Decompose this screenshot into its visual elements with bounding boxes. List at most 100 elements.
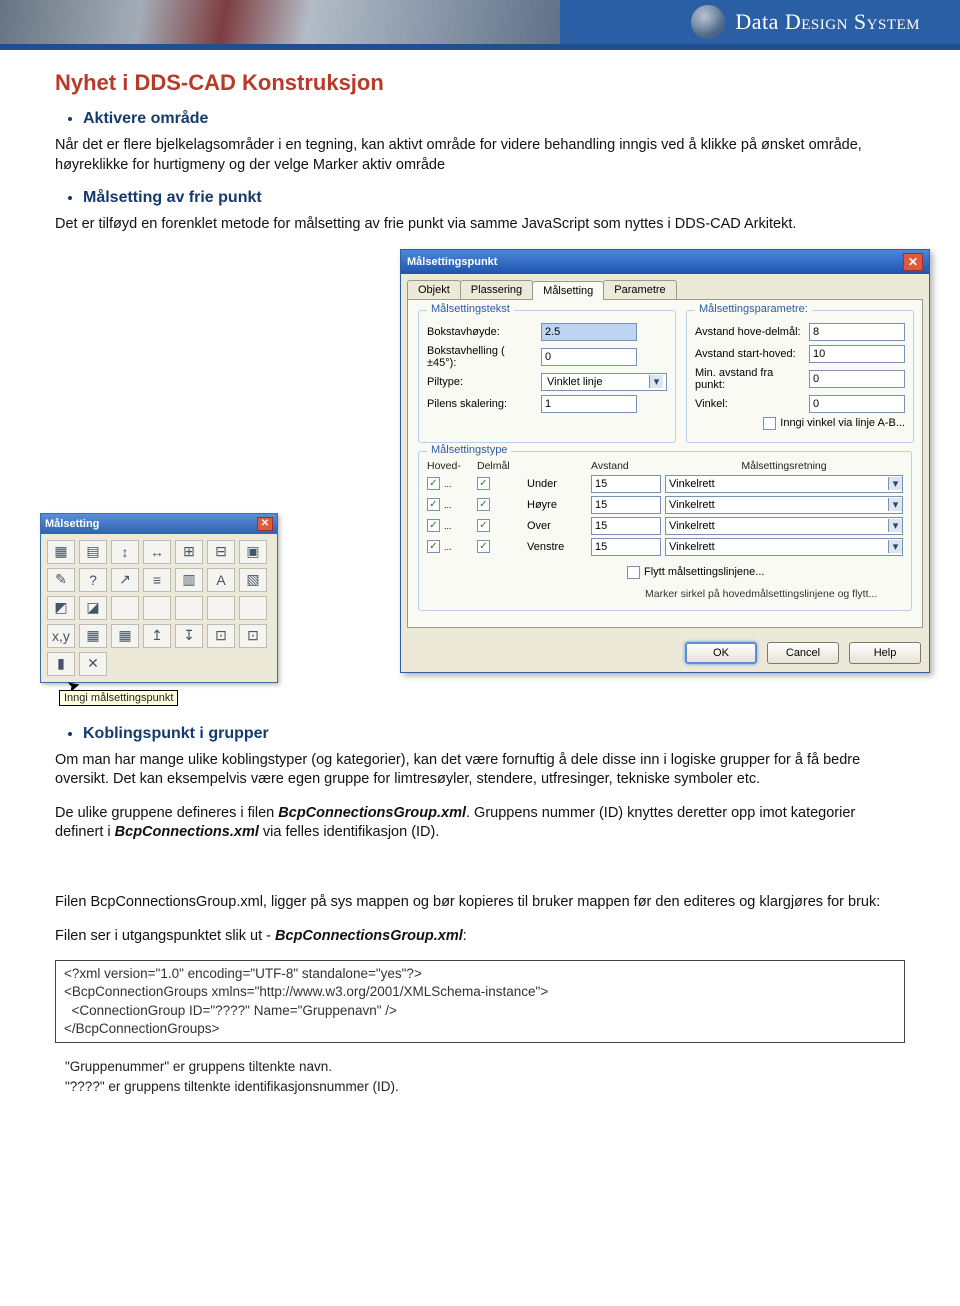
- checkbox-flytt[interactable]: Flytt målsettingslinjene...: [627, 566, 764, 579]
- input-avstand[interactable]: [591, 496, 661, 514]
- row-label: Over: [527, 520, 587, 532]
- col-dir: [527, 460, 587, 472]
- combo-retning[interactable]: Vinkelrett▾: [665, 538, 903, 556]
- palette-tool[interactable]: ≡: [143, 568, 171, 592]
- cancel-button[interactable]: Cancel: [767, 642, 839, 664]
- palette-tool[interactable]: ▣: [239, 540, 267, 564]
- checkbox-hoved[interactable]: ✓: [427, 519, 440, 532]
- para-kobling-2: De ulike gruppene defineres i filen BcpC…: [55, 804, 905, 843]
- combo-retning[interactable]: Vinkelrett▾: [665, 496, 903, 514]
- palette-tool-active[interactable]: ▮: [47, 652, 75, 676]
- input-vinkel[interactable]: [809, 395, 905, 413]
- xml-code-block: <?xml version="1.0" encoding="UTF-8" sta…: [55, 960, 905, 1043]
- palette-tool[interactable]: [207, 596, 235, 620]
- row-label: Venstre: [527, 541, 587, 553]
- palette-tool[interactable]: ▦: [111, 624, 139, 648]
- palette-tool[interactable]: ▧: [239, 568, 267, 592]
- type-row: ✓... ✓ Venstre Vinkelrett▾: [427, 538, 903, 556]
- group-malsettingstekst: Målsettingstekst Bokstavhøyde: Bokstavhe…: [418, 310, 676, 443]
- checkbox-del[interactable]: ✓: [477, 477, 490, 490]
- field-label: Vinkel:: [695, 398, 803, 410]
- dialog-tabs: Objekt Plassering Målsetting Parametre: [401, 274, 929, 299]
- palette-tooltip: Inngi målsettingspunkt: [59, 690, 178, 706]
- checkbox-hoved[interactable]: ✓: [427, 477, 440, 490]
- palette-tool[interactable]: ⊞: [175, 540, 203, 564]
- checkbox-hoved[interactable]: ✓: [427, 498, 440, 511]
- palette-tool[interactable]: ?: [79, 568, 107, 592]
- palette-tool[interactable]: [143, 596, 171, 620]
- input-avstand[interactable]: [591, 538, 661, 556]
- illustration-area: Målsetting ✕ ▦ ▤ ↕ ↔ ⊞ ⊟ ▣ ✎ ? ↗ ≡ ▥ A ▧…: [55, 249, 905, 709]
- bullet-aktivere: Aktivere område: [83, 110, 905, 128]
- chevron-down-icon: ▾: [888, 519, 902, 532]
- group-legend: Målsettingstekst: [427, 303, 514, 315]
- field-label: Min. avstand fra punkt:: [695, 367, 803, 391]
- palette-tool[interactable]: [111, 596, 139, 620]
- input-avstand-hoved[interactable]: [809, 323, 905, 341]
- palette-tool[interactable]: ✕: [79, 652, 107, 676]
- tab-plassering[interactable]: Plassering: [460, 280, 533, 299]
- para-malsetting: Det er tilføyd en forenklet metode for m…: [55, 215, 905, 235]
- palette-tool[interactable]: ⊡: [207, 624, 235, 648]
- palette-tool[interactable]: A: [207, 568, 235, 592]
- palette-tool[interactable]: ✎: [47, 568, 75, 592]
- combo-retning[interactable]: Vinkelrett▾: [665, 475, 903, 493]
- palette-close-button[interactable]: ✕: [257, 517, 273, 531]
- palette-tool[interactable]: ↧: [175, 624, 203, 648]
- para-kobling-1: Om man har mange ulike koblingstyper (og…: [55, 751, 905, 790]
- palette-tool[interactable]: ↔: [143, 540, 171, 564]
- combo-retning[interactable]: Vinkelrett▾: [665, 517, 903, 535]
- input-bokstavhoyde[interactable]: [541, 323, 637, 341]
- input-pilskalering[interactable]: [541, 395, 637, 413]
- palette-tool[interactable]: ◪: [79, 596, 107, 620]
- palette-titlebar[interactable]: Målsetting ✕: [41, 514, 277, 534]
- palette-tool[interactable]: ⊡: [239, 624, 267, 648]
- field-label: Avstand hove-delmål:: [695, 326, 803, 338]
- footnote-2: "????" er gruppens tiltenkte identifikas…: [65, 1077, 905, 1097]
- tab-parametre[interactable]: Parametre: [603, 280, 676, 299]
- palette-tool[interactable]: ▥: [175, 568, 203, 592]
- palette-tool[interactable]: ▦: [79, 624, 107, 648]
- checkbox-del[interactable]: ✓: [477, 519, 490, 532]
- help-button[interactable]: Help: [849, 642, 921, 664]
- ok-button[interactable]: OK: [685, 642, 757, 664]
- checkbox-inngi-vinkel[interactable]: Inngi vinkel via linje A-B...: [763, 417, 905, 430]
- input-min-avstand[interactable]: [809, 370, 905, 388]
- palette-tool[interactable]: ⊟: [207, 540, 235, 564]
- page-title: Nyhet i DDS-CAD Konstruksjon: [55, 70, 905, 96]
- brand-logo: Data Design System: [691, 5, 920, 39]
- input-avstand[interactable]: [591, 475, 661, 493]
- checkbox-label: Flytt målsettingslinjene...: [644, 566, 764, 578]
- palette-tool[interactable]: ↗: [111, 568, 139, 592]
- col-avstand: Avstand: [591, 460, 661, 472]
- input-avstand-start[interactable]: [809, 345, 905, 363]
- tab-malsetting[interactable]: Målsetting: [532, 281, 604, 300]
- header-photo: [0, 0, 560, 44]
- dialog-close-button[interactable]: ✕: [903, 253, 923, 271]
- group-legend: Målsettingstype: [427, 444, 511, 456]
- type-row: ✓... ✓ Under Vinkelrett▾: [427, 475, 903, 493]
- input-avstand[interactable]: [591, 517, 661, 535]
- palette-tool[interactable]: ↥: [143, 624, 171, 648]
- footnote-1: "Gruppenummer" er gruppens tiltenkte nav…: [65, 1057, 905, 1077]
- palette-tool[interactable]: [239, 596, 267, 620]
- palette-tool[interactable]: ◩: [47, 596, 75, 620]
- palette-tool[interactable]: [175, 596, 203, 620]
- move-hint: Marker sirkel på hovedmålsettingslinjene…: [645, 588, 903, 600]
- checkbox-del[interactable]: ✓: [477, 540, 490, 553]
- palette-tool[interactable]: x,y: [47, 624, 75, 648]
- checkbox-icon: [763, 417, 776, 430]
- palette-tool[interactable]: ▤: [79, 540, 107, 564]
- dialog-titlebar[interactable]: Målsettingspunkt ✕: [401, 250, 929, 274]
- tab-objekt[interactable]: Objekt: [407, 280, 461, 299]
- palette-title: Målsetting: [45, 518, 99, 530]
- combo-piltype[interactable]: Vinklet linje ▾: [541, 373, 667, 391]
- checkbox-del[interactable]: ✓: [477, 498, 490, 511]
- palette-icon-grid: ▦ ▤ ↕ ↔ ⊞ ⊟ ▣ ✎ ? ↗ ≡ ▥ A ▧ ◩ ◪: [41, 534, 277, 682]
- input-bokstavhelling[interactable]: [541, 348, 637, 366]
- checkbox-hoved[interactable]: ✓: [427, 540, 440, 553]
- palette-tool[interactable]: ↕: [111, 540, 139, 564]
- dialog-body: Målsettingstekst Bokstavhøyde: Bokstavhe…: [407, 299, 923, 628]
- palette-tool[interactable]: ▦: [47, 540, 75, 564]
- page-header: Data Design System: [0, 0, 960, 50]
